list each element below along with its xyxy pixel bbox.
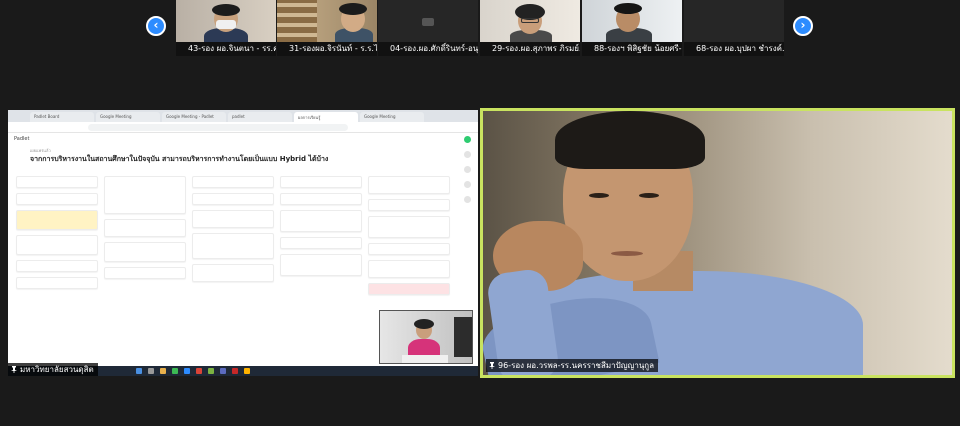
padlet-card[interactable] [368, 243, 450, 255]
participant-video-off [378, 0, 478, 43]
pin-icon [11, 366, 17, 373]
padlet-card[interactable] [16, 193, 98, 205]
participant-name: 31-รองผอ.จิรนันท์ - ร.ร.ไ... [277, 42, 377, 56]
padlet-card[interactable] [280, 254, 362, 276]
padlet-column [192, 176, 274, 287]
taskbar-icon[interactable] [148, 368, 154, 374]
taskbar-icon[interactable] [196, 368, 202, 374]
taskbar-icon[interactable] [136, 368, 142, 374]
next-page-button[interactable]: › [793, 16, 813, 36]
padlet-card[interactable] [280, 210, 362, 232]
address-bar[interactable] [8, 122, 478, 133]
browser-tab[interactable]: padlet [228, 112, 292, 122]
padlet-column [16, 176, 98, 294]
participant-video [480, 0, 580, 44]
padlet-toolbar [464, 136, 474, 211]
padlet-card[interactable] [368, 176, 450, 194]
participant-strip: ‹ 43-รอง ผอ.จินตนา - รร.ค... 31-รองผอ.จิ… [0, 0, 960, 56]
toolbar-icon[interactable] [464, 181, 471, 188]
taskbar-icon[interactable] [184, 368, 190, 374]
participant-tile[interactable]: 04-รอง.ผอ.ศักดิ์รินทร์-อนุ... [378, 0, 478, 56]
padlet-card[interactable] [280, 193, 362, 205]
padlet-card[interactable] [192, 176, 274, 188]
padlet-card[interactable] [368, 283, 450, 295]
active-speaker-label: 96-รอง ผอ.วรพล-รร.นครราชสีมาปัญญานุกูล [486, 359, 659, 372]
taskbar-icon[interactable] [232, 368, 238, 374]
padlet-card[interactable] [368, 260, 450, 278]
padlet-card[interactable] [368, 199, 450, 211]
padlet-card[interactable] [104, 267, 186, 279]
participant-name: 04-รอง.ผอ.ศักดิ์รินทร์-อนุ... [378, 42, 478, 56]
board-title: จากการบริหารงานในสถานศึกษาในปัจจุบัน สาม… [30, 155, 329, 163]
participant-video [176, 0, 276, 48]
shared-screen-label: มหาวิทยาลัยสวนดุสิต [8, 363, 98, 376]
board-subtitle: เผยแพร่แล้ว [30, 148, 51, 153]
taskbar-icon[interactable] [220, 368, 226, 374]
padlet-card[interactable] [192, 193, 274, 205]
padlet-header: Padlet [14, 136, 30, 142]
presenter-video [379, 310, 473, 364]
padlet-card[interactable] [192, 210, 274, 228]
shared-screen-owner: มหาวิทยาลัยสวนดุสิต [20, 365, 94, 374]
padlet-card[interactable] [16, 277, 98, 289]
padlet-card[interactable] [104, 176, 186, 214]
padlet-card[interactable] [192, 233, 274, 259]
padlet-column [104, 176, 186, 284]
shared-screen[interactable]: Padlet Board Google Meeting Google Meeti… [8, 110, 478, 376]
toolbar-icon[interactable] [464, 166, 471, 173]
participant-name: 68-รอง ผอ.บุปผา ชำรงค์... [684, 42, 784, 56]
taskbar-icon[interactable] [172, 368, 178, 374]
padlet-card[interactable] [16, 210, 98, 230]
padlet-card[interactable] [104, 242, 186, 262]
browser-tab[interactable]: Google Meeting [96, 112, 160, 122]
participant-tile[interactable]: 68-รอง ผอ.บุปผา ชำรงค์... [684, 0, 784, 56]
browser-tab[interactable]: ผลการเรียนรู้ [294, 112, 358, 122]
prev-page-button[interactable]: ‹ [146, 16, 166, 36]
padlet-card[interactable] [192, 264, 274, 282]
browser-tab[interactable]: Google Meeting - Padlet [162, 112, 226, 122]
add-post-icon[interactable] [464, 136, 471, 143]
toolbar-icon[interactable] [464, 151, 471, 158]
browser-tab-bar: Padlet Board Google Meeting Google Meeti… [8, 110, 478, 122]
participant-name: 43-รอง ผอ.จินตนา - รร.ค... [176, 42, 276, 56]
participant-name: 29-รอง.ผอ.สุภาพร ภิรมย์... [480, 42, 580, 56]
taskbar-icon[interactable] [244, 368, 250, 374]
browser-tab[interactable]: Google Meeting [360, 112, 424, 122]
padlet-card[interactable] [16, 260, 98, 272]
taskbar-icon[interactable] [208, 368, 214, 374]
url-field[interactable] [88, 124, 348, 131]
padlet-card[interactable] [280, 176, 362, 188]
participant-tile[interactable]: 43-รอง ผอ.จินตนา - รร.ค... [176, 0, 276, 56]
participant-video [277, 0, 377, 44]
active-speaker-name: 96-รอง ผอ.วรพล-รร.นครราชสีมาปัญญานุกูล [498, 361, 655, 370]
participant-tile[interactable]: 88-รองฯ พิสิฐชัย น้อยศรี-... [582, 0, 682, 56]
padlet-column [368, 176, 450, 300]
participant-tile[interactable]: 31-รองผอ.จิรนันท์ - ร.ร.ไ... [277, 0, 377, 56]
active-speaker-video[interactable]: 96-รอง ผอ.วรพล-รร.นครราชสีมาปัญญานุกูล [480, 108, 955, 378]
browser-tab[interactable]: Padlet Board [30, 112, 94, 122]
padlet-card[interactable] [16, 235, 98, 255]
participant-video [582, 0, 682, 44]
pin-icon [489, 362, 495, 369]
participant-name: 88-รองฯ พิสิฐชัย น้อยศรี-... [582, 42, 682, 56]
padlet-card[interactable] [104, 219, 186, 237]
padlet-card[interactable] [16, 176, 98, 188]
taskbar-icon[interactable] [160, 368, 166, 374]
padlet-column [280, 176, 362, 281]
padlet-card[interactable] [368, 216, 450, 238]
padlet-card[interactable] [280, 237, 362, 249]
participant-tile[interactable]: 29-รอง.ผอ.สุภาพร ภิรมย์... [480, 0, 580, 56]
participant-video-off [684, 0, 784, 43]
toolbar-icon[interactable] [464, 196, 471, 203]
